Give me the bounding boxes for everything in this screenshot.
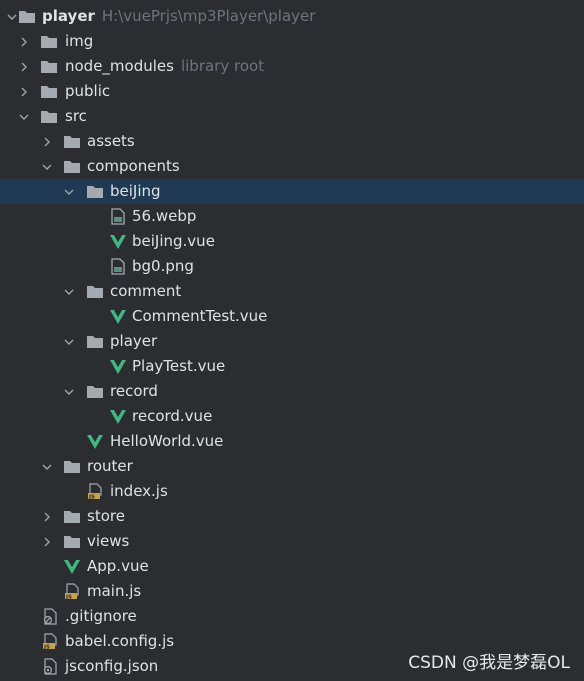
tree-row-gitignore[interactable]: .gitignore xyxy=(0,604,584,629)
svg-text:JS: JS xyxy=(43,644,50,650)
chevron-down-icon[interactable] xyxy=(61,279,77,304)
js-file-icon: JS xyxy=(41,633,59,650)
json-file-icon xyxy=(41,658,59,675)
tree-label: beiJing xyxy=(110,182,161,200)
tree-label: App.vue xyxy=(87,557,149,575)
image-file-icon xyxy=(109,208,127,225)
chevron-right-icon[interactable] xyxy=(39,529,55,554)
chevron-down-icon[interactable] xyxy=(39,154,55,179)
chevron-right-icon[interactable] xyxy=(39,129,55,154)
tree-row-beijing-vue[interactable]: beiJing.vue xyxy=(0,229,584,254)
tree-label: img xyxy=(65,32,94,50)
folder-icon xyxy=(18,8,36,25)
tree-label: router xyxy=(87,457,133,475)
vue-file-icon xyxy=(109,233,127,250)
tree-label: beiJing.vue xyxy=(132,232,215,250)
tree-row-main-js[interactable]: JS main.js xyxy=(0,579,584,604)
project-path: H:\vuePrjs\mp3Player\player xyxy=(101,7,316,25)
tree-label: main.js xyxy=(87,582,142,600)
tree-label: index.js xyxy=(110,482,168,500)
tree-row-record-vue[interactable]: record.vue xyxy=(0,404,584,429)
tree-label: store xyxy=(87,507,125,525)
tree-row-helloworld-vue[interactable]: HelloWorld.vue xyxy=(0,429,584,454)
library-root-hint: library root xyxy=(180,57,265,75)
vue-file-icon xyxy=(109,308,127,325)
vue-file-icon xyxy=(109,408,127,425)
chevron-down-icon[interactable] xyxy=(39,454,55,479)
tree-row-commenttest-vue[interactable]: CommentTest.vue xyxy=(0,304,584,329)
tree-label: player xyxy=(110,332,158,350)
folder-icon xyxy=(63,533,81,550)
tree-label: comment xyxy=(110,282,182,300)
folder-icon xyxy=(40,108,58,125)
folder-icon xyxy=(63,458,81,475)
folder-icon xyxy=(63,508,81,525)
vue-file-icon xyxy=(109,358,127,375)
tree-label: record xyxy=(110,382,158,400)
tree-row-node-modules[interactable]: node_modules library root xyxy=(0,54,584,79)
tree-label: src xyxy=(65,107,87,125)
tree-label: PlayTest.vue xyxy=(132,357,226,375)
tree-row-root[interactable]: player H:\vuePrjs\mp3Player\player xyxy=(0,4,584,29)
tree-label: views xyxy=(87,532,130,550)
tree-row-index-js[interactable]: JS index.js xyxy=(0,479,584,504)
folder-icon xyxy=(86,333,104,350)
tree-label: public xyxy=(65,82,111,100)
tree-label: jsconfig.json xyxy=(65,657,159,675)
image-file-icon xyxy=(109,258,127,275)
chevron-right-icon[interactable] xyxy=(16,29,32,54)
tree-row-img[interactable]: img xyxy=(0,29,584,54)
svg-text:JS: JS xyxy=(88,494,95,500)
folder-icon xyxy=(63,158,81,175)
tree-row-store[interactable]: store xyxy=(0,504,584,529)
folder-icon xyxy=(86,183,104,200)
chevron-right-icon[interactable] xyxy=(39,504,55,529)
folder-icon xyxy=(40,83,58,100)
tree-row-components[interactable]: components xyxy=(0,154,584,179)
svg-text:JS: JS xyxy=(65,594,72,600)
folder-icon xyxy=(40,58,58,75)
project-tree: player H:\vuePrjs\mp3Player\player img no… xyxy=(0,4,584,679)
tree-label: 56.webp xyxy=(132,207,197,225)
tree-label: CommentTest.vue xyxy=(132,307,268,325)
chevron-down-icon[interactable] xyxy=(61,179,77,204)
tree-label: components xyxy=(87,157,180,175)
chevron-right-icon[interactable] xyxy=(16,79,32,104)
folder-icon xyxy=(86,383,104,400)
tree-label: bg0.png xyxy=(132,257,194,275)
folder-icon xyxy=(63,133,81,150)
tree-row-record[interactable]: record xyxy=(0,379,584,404)
chevron-down-icon[interactable] xyxy=(16,104,32,129)
tree-label: HelloWorld.vue xyxy=(110,432,224,450)
tree-row-router[interactable]: router xyxy=(0,454,584,479)
tree-row-playtest-vue[interactable]: PlayTest.vue xyxy=(0,354,584,379)
watermark: CSDN @我是梦磊OL xyxy=(408,653,570,673)
tree-label: .gitignore xyxy=(65,607,137,625)
tree-label: record.vue xyxy=(132,407,213,425)
chevron-down-icon[interactable] xyxy=(61,379,77,404)
folder-icon xyxy=(86,283,104,300)
tree-row-beijing[interactable]: beiJing xyxy=(0,179,584,204)
chevron-right-icon[interactable] xyxy=(16,54,32,79)
tree-row-src[interactable]: src xyxy=(0,104,584,129)
chevron-down-icon[interactable] xyxy=(61,329,77,354)
vue-file-icon xyxy=(63,558,81,575)
tree-label: assets xyxy=(87,132,135,150)
folder-icon xyxy=(40,33,58,50)
tree-row-app-vue[interactable]: App.vue xyxy=(0,554,584,579)
tree-row-public[interactable]: public xyxy=(0,79,584,104)
tree-row-comment[interactable]: comment xyxy=(0,279,584,304)
tree-row-player[interactable]: player xyxy=(0,329,584,354)
ignore-file-icon xyxy=(41,608,59,625)
tree-row-assets[interactable]: assets xyxy=(0,129,584,154)
tree-row-56-webp[interactable]: 56.webp xyxy=(0,204,584,229)
tree-label: node_modules library root xyxy=(65,57,265,75)
vue-file-icon xyxy=(86,433,104,450)
tree-row-bg0-png[interactable]: bg0.png xyxy=(0,254,584,279)
js-file-icon: JS xyxy=(86,483,104,500)
js-file-icon: JS xyxy=(63,583,81,600)
tree-row-views[interactable]: views xyxy=(0,529,584,554)
tree-label: babel.config.js xyxy=(65,632,175,650)
tree-label: player H:\vuePrjs\mp3Player\player xyxy=(42,7,316,25)
